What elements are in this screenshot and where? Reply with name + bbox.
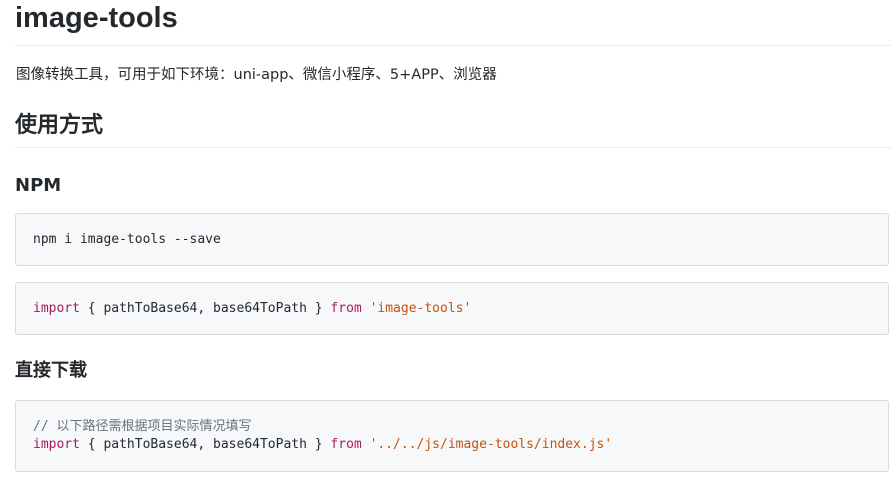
from-keyword: from <box>330 437 362 452</box>
import-source-string: '../../js/image-tools/index.js' <box>369 437 613 452</box>
import-keyword: import <box>33 301 80 316</box>
install-command: npm i image-tools --save <box>33 232 221 247</box>
path-comment: // 以下路径需根据项目实际情况填写 <box>33 419 252 434</box>
import-names: { pathToBase64, base64ToPath } <box>79 301 331 316</box>
usage-heading: 使用方式 <box>15 113 104 138</box>
install-code-block[interactable]: npm i image-tools --save <box>15 213 889 266</box>
import-keyword: import <box>33 437 80 452</box>
page-title: image-tools <box>15 2 178 34</box>
npm-heading: NPM <box>15 175 62 196</box>
title-divider <box>15 45 891 46</box>
from-keyword: from <box>330 301 362 316</box>
npm-import-code-block[interactable]: import { pathToBase64, base64ToPath } fr… <box>15 282 889 335</box>
description-text: 图像转换工具，可用于如下环境：uni-app、微信小程序、5+APP、浏览器 <box>16 67 497 83</box>
import-source-string: 'image-tools' <box>369 301 472 316</box>
download-import-line: import { pathToBase64, base64ToPath } fr… <box>33 436 612 454</box>
usage-divider <box>15 147 891 148</box>
npm-import-line: import { pathToBase64, base64ToPath } fr… <box>33 300 471 318</box>
import-names: { pathToBase64, base64ToPath } <box>79 437 331 452</box>
download-import-code-block[interactable]: // 以下路径需根据项目实际情况填写 import { pathToBase64… <box>15 400 889 472</box>
download-heading: 直接下载 <box>15 360 87 381</box>
